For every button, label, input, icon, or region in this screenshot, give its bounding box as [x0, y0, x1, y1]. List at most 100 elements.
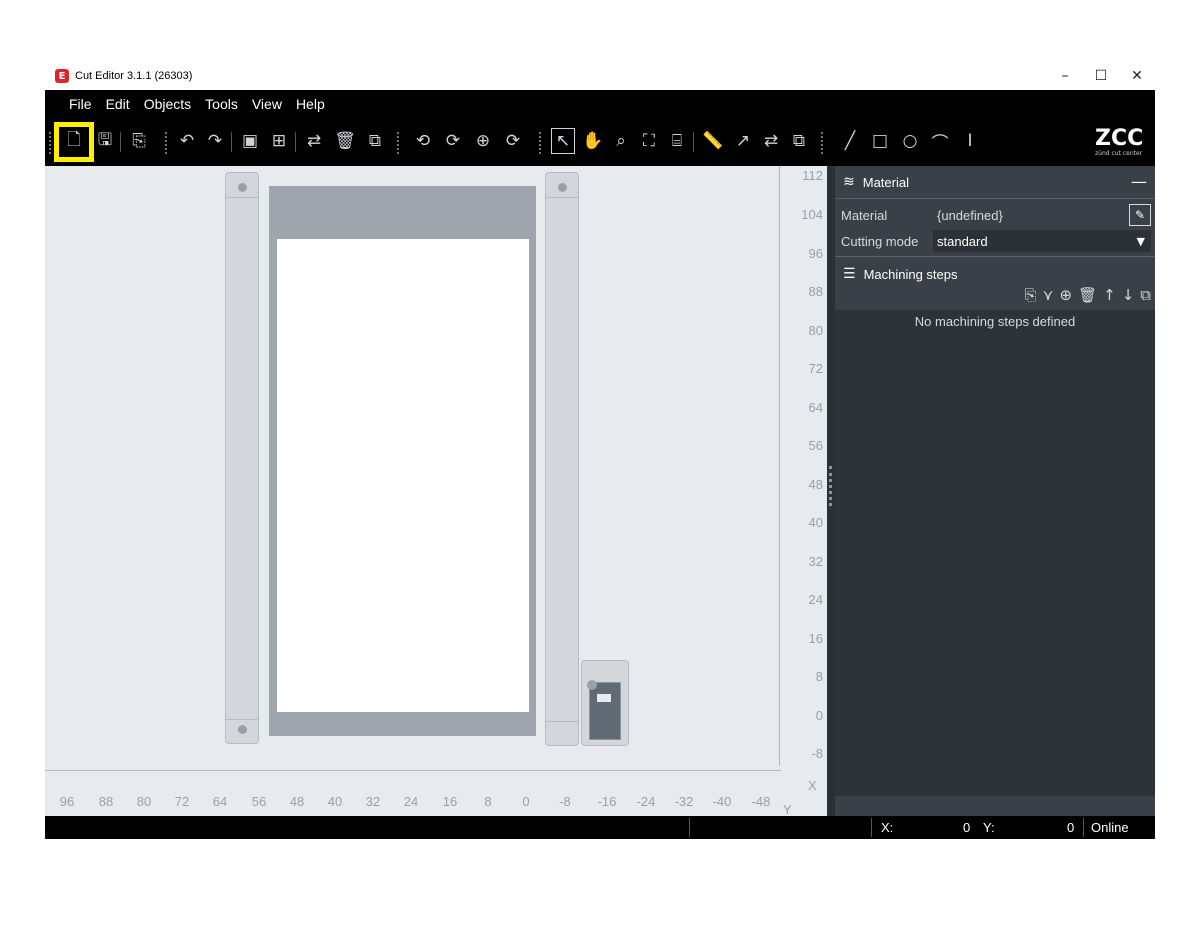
x-tick-label: -32	[674, 794, 694, 809]
working-area[interactable]	[277, 239, 529, 712]
x-coord-label: X:	[881, 820, 894, 835]
x-tick-label: 32	[365, 794, 381, 809]
chevron-down-icon: ▼	[1136, 234, 1145, 248]
y-coord-value: 0	[1067, 820, 1075, 835]
rotate-left-icon[interactable]: ⟲	[411, 128, 435, 154]
steps-toolbar: ⎘ ⋎ ⊕ 🗑 ↑ ↓ ⧉	[1018, 286, 1151, 304]
hand-icon[interactable]: ✋	[581, 128, 605, 154]
material-header[interactable]: ≋ Material —	[835, 168, 1155, 196]
machining-steps-list[interactable]: No machining steps defined	[835, 310, 1155, 796]
menu-help[interactable]: Help	[296, 96, 325, 112]
list-icon: ☰	[843, 266, 856, 282]
panel-splitter[interactable]	[827, 166, 835, 816]
undo-icon[interactable]: ↶	[175, 128, 199, 154]
toolbar-grip	[397, 132, 399, 154]
toolbar-divider	[120, 132, 121, 152]
rail-line	[226, 197, 258, 198]
status-divider	[689, 818, 690, 837]
menu-edit[interactable]: Edit	[106, 96, 130, 112]
cutting-mode-label: Cutting mode	[841, 233, 919, 249]
x-tick-label: 48	[289, 794, 305, 809]
x-tick-label: -16	[597, 794, 617, 809]
y-tick-label: 96	[808, 246, 823, 261]
text-icon[interactable]: Ⅰ	[958, 128, 982, 154]
window-title: Cut Editor 3.1.1 (26303)	[75, 70, 193, 82]
toolbar-divider	[231, 132, 232, 152]
delete-step-icon[interactable]: 🗑	[1078, 286, 1097, 304]
rotate-shape-icon[interactable]: ⟳	[501, 128, 525, 154]
zoom-icon[interactable]: ⌕	[609, 128, 633, 154]
fit-icon[interactable]: ⛶	[637, 128, 661, 154]
y-tick-label: 56	[808, 438, 823, 453]
tool-slot	[597, 694, 611, 702]
menu-file[interactable]: File	[69, 96, 92, 112]
save-icon[interactable]: 🖫	[93, 128, 117, 154]
x-axis-name: X	[808, 778, 817, 793]
new-file-icon[interactable]: 🗋	[62, 128, 86, 154]
y-tick-label: 104	[801, 207, 823, 222]
x-tick-label: 80	[136, 794, 152, 809]
x-ruler: 96 88 80 72 64 56 48 40 32 24 16 8 0 -8 …	[45, 766, 785, 816]
menu-tools[interactable]: Tools	[205, 96, 238, 112]
x-tick-label: -24	[636, 794, 656, 809]
tool-head[interactable]	[589, 682, 621, 740]
pencil-icon: ✎	[1134, 208, 1146, 222]
y-tick-label: 8	[815, 669, 823, 684]
arrow-icon[interactable]: ↗	[731, 128, 755, 154]
fit-table-icon[interactable]: ⌸	[665, 128, 689, 154]
pointer-icon[interactable]: ↖	[551, 128, 575, 154]
splitter-grip[interactable]	[829, 466, 833, 506]
line-icon[interactable]: ╱	[838, 128, 862, 154]
export-icon[interactable]: ⎘	[127, 128, 151, 154]
left-rail	[225, 172, 259, 744]
collapse-button[interactable]: —	[1131, 172, 1147, 191]
circle-icon[interactable]: ○	[898, 128, 922, 154]
swap-icon[interactable]: ⇄	[302, 128, 326, 154]
delete-icon[interactable]: 🗑	[333, 128, 357, 154]
rail-line	[226, 719, 258, 720]
material-value: {undefined}	[937, 207, 1003, 223]
copy-icon[interactable]: ⧉	[787, 128, 811, 154]
swap-direction-icon[interactable]: ⇄	[759, 128, 783, 154]
x-tick-label: 88	[98, 794, 114, 809]
move-down-icon[interactable]: ↓	[1122, 286, 1135, 304]
x-tick-label: 24	[403, 794, 419, 809]
stamp-icon[interactable]: ⊕	[471, 128, 495, 154]
rotate-right-icon[interactable]: ⟳	[441, 128, 465, 154]
rail-dot	[558, 183, 567, 192]
minimize-button[interactable]: –	[1047, 62, 1083, 90]
new-step-icon[interactable]: ⎘	[1024, 286, 1036, 304]
ungroup-icon[interactable]: ⊞	[267, 128, 291, 154]
move-up-icon[interactable]: ↑	[1103, 286, 1116, 304]
y-tick-label: 32	[808, 554, 823, 569]
measure-icon[interactable]: 📏	[701, 128, 725, 154]
arc-icon[interactable]: ⌒	[928, 128, 952, 154]
panel-divider	[835, 256, 1155, 257]
x-tick-label: 96	[59, 794, 75, 809]
maximize-button[interactable]: ☐	[1083, 62, 1119, 90]
redo-icon[interactable]: ↷	[203, 128, 227, 154]
cutting-mode-select[interactable]: standard ▼	[933, 230, 1151, 252]
group-icon[interactable]: ▣	[238, 128, 262, 154]
close-button[interactable]: ✕	[1119, 62, 1155, 90]
cutting-mode-value: standard	[937, 233, 988, 249]
rectangle-icon[interactable]: □	[868, 128, 892, 154]
menu-view[interactable]: View	[252, 96, 282, 112]
y-tick-label: 16	[808, 631, 823, 646]
canvas[interactable]: 112 104 96 88 80 72 64 56 48 40 32 24 16…	[45, 166, 827, 817]
status-divider	[871, 818, 872, 837]
copy-step-icon[interactable]: ⧉	[1140, 286, 1151, 304]
edit-material-button[interactable]: ✎	[1129, 204, 1151, 226]
y-tick-label: 40	[808, 515, 823, 530]
app-logo-icon: E	[55, 69, 69, 83]
title-bar: E Cut Editor 3.1.1 (26303) – ☐ ✕	[45, 62, 1155, 90]
material-header-label: Material	[862, 174, 909, 190]
y-tick-label: 64	[808, 400, 823, 415]
frame-icon[interactable]: ⧉	[363, 128, 387, 154]
menu-objects[interactable]: Objects	[144, 96, 191, 112]
material-row: Material {undefined} ✎	[841, 204, 1151, 226]
toolbar: 🗋 🖫 ⎘ ↶ ↷ ▣ ⊞ ⇄ 🗑 ⧉ ⟲ ⟳ ⊕ ⟳ ↖ ✋ ⌕ ⛶ ⌸ 📏 …	[45, 118, 1155, 166]
toolbar-divider	[693, 132, 694, 152]
add-steps-icon[interactable]: ⋎	[1043, 286, 1054, 304]
add-tool-icon[interactable]: ⊕	[1060, 286, 1073, 304]
